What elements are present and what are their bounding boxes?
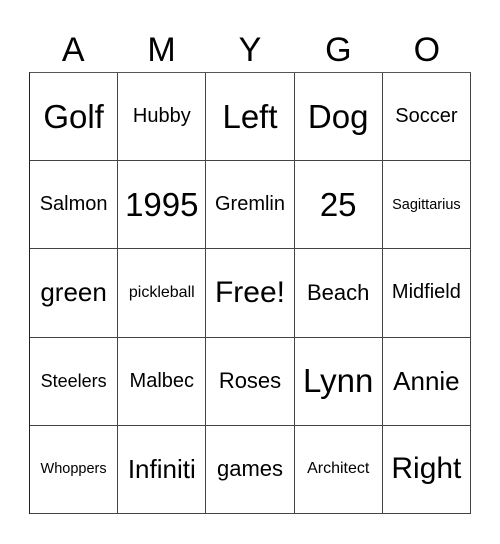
bingo-cell[interactable]: Beach <box>294 249 383 338</box>
bingo-cell[interactable]: Annie <box>382 337 471 426</box>
header-letter-y: Y <box>238 31 262 69</box>
bingo-cell[interactable]: Lynn <box>294 337 383 426</box>
bingo-cell[interactable]: Hubby <box>118 73 207 162</box>
free-space-cell[interactable]: Free! <box>206 249 295 338</box>
bingo-cell[interactable]: 25 <box>294 161 383 250</box>
bingo-board: Golf Hubby Left Dog Soccer Salmon 1995 G… <box>29 72 471 514</box>
bingo-cell[interactable]: games <box>206 425 295 514</box>
bingo-cell[interactable]: Malbec <box>118 337 207 426</box>
header-letter-a: A <box>61 31 85 69</box>
bingo-cell[interactable]: Roses <box>206 337 295 426</box>
bingo-cell[interactable]: 1995 <box>118 161 207 250</box>
bingo-cell[interactable]: Right <box>382 425 471 514</box>
bingo-cell[interactable]: pickleball <box>118 249 207 338</box>
bingo-cell[interactable]: Golf <box>30 73 119 162</box>
bingo-cell[interactable]: Salmon <box>30 161 119 250</box>
header-letter-g: G <box>325 31 352 69</box>
bingo-cell[interactable]: Left <box>206 73 295 162</box>
bingo-cell[interactable]: Midfield <box>382 249 471 338</box>
bingo-cell[interactable]: Whoppers <box>30 425 119 514</box>
bingo-cell[interactable]: Infiniti <box>118 425 207 514</box>
bingo-cell[interactable]: Dog <box>294 73 383 162</box>
bingo-cell[interactable]: Architect <box>294 425 383 514</box>
bingo-cell[interactable]: Sagittarius <box>382 161 471 250</box>
bingo-cell[interactable]: Steelers <box>30 337 119 426</box>
header-letter-o: O <box>413 31 441 69</box>
bingo-header: A M Y G O <box>29 28 471 72</box>
bingo-cell[interactable]: green <box>30 249 119 338</box>
header-letter-m: M <box>147 31 176 69</box>
bingo-cell[interactable]: Gremlin <box>206 161 295 250</box>
bingo-cell[interactable]: Soccer <box>382 73 471 162</box>
